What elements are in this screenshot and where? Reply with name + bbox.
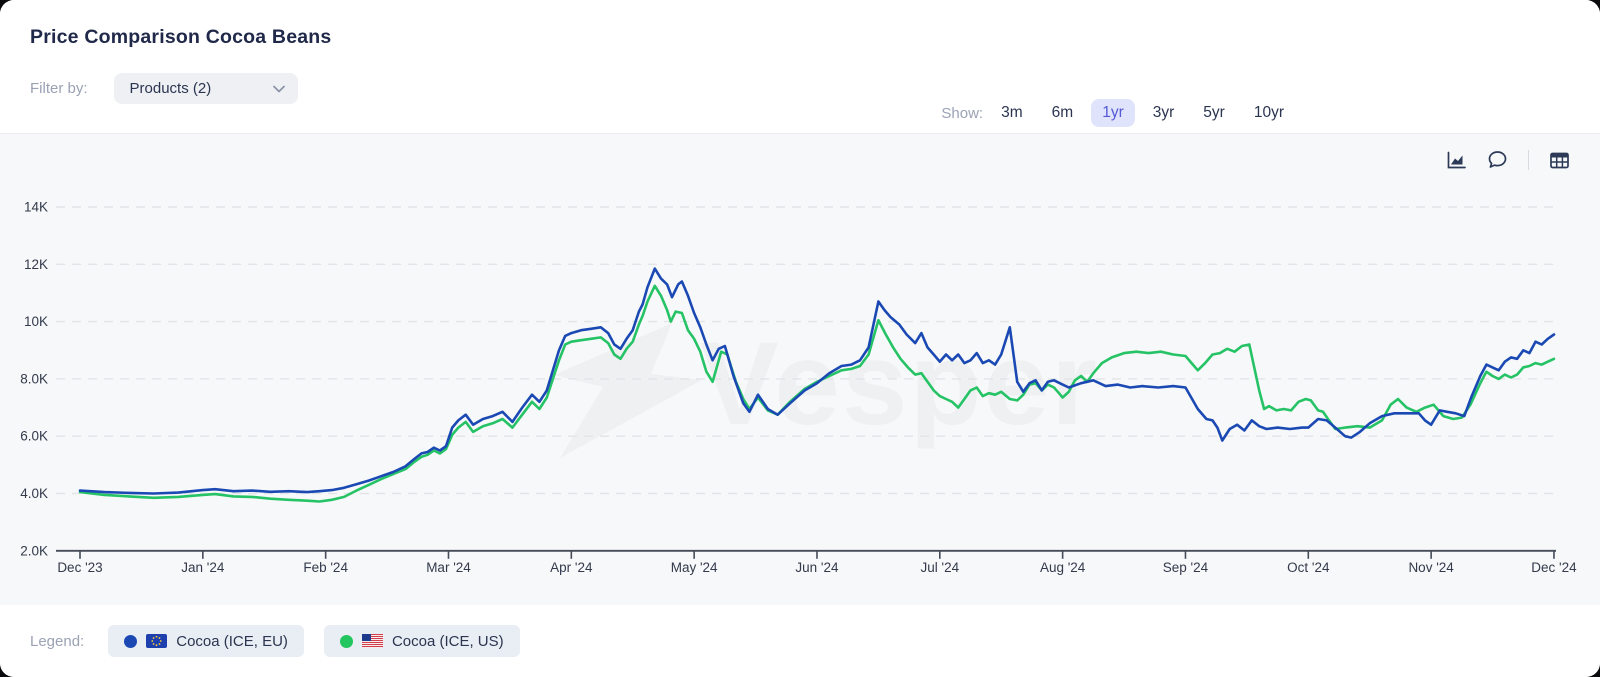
y-axis-tick-label: 14K bbox=[24, 200, 48, 215]
vesper-watermark: Vesper bbox=[554, 318, 1099, 458]
timerange-options: 3m6m1yr3yr5yr10yr bbox=[990, 99, 1295, 127]
series-dot bbox=[340, 635, 353, 648]
y-axis-tick-label: 12K bbox=[24, 257, 48, 272]
timerange-chip-5yr[interactable]: 5yr bbox=[1192, 99, 1236, 127]
legend-pills: Cocoa (ICE, EU) Cocoa (ICE, US) bbox=[108, 625, 519, 657]
x-axis-tick-label: Dec '24 bbox=[1531, 560, 1577, 575]
timerange-selector: Show: 3m6m1yr3yr5yr10yr bbox=[941, 99, 1295, 127]
show-label: Show: bbox=[941, 105, 983, 122]
x-axis-tick-label: Oct '24 bbox=[1287, 560, 1330, 575]
timerange-chip-1yr[interactable]: 1yr bbox=[1091, 99, 1135, 127]
legend-pill-label: Cocoa (ICE, EU) bbox=[176, 633, 288, 650]
x-axis-tick-label: Jun '24 bbox=[795, 560, 839, 575]
chevron-down-icon bbox=[273, 85, 285, 93]
x-axis-tick-label: Feb '24 bbox=[303, 560, 348, 575]
x-axis-tick-label: Jan '24 bbox=[181, 560, 225, 575]
timerange-chip-3m[interactable]: 3m bbox=[990, 99, 1034, 127]
us-flag-icon bbox=[362, 634, 383, 648]
area-chart-icon[interactable] bbox=[1446, 151, 1467, 170]
x-axis-tick-label: Dec '23 bbox=[57, 560, 102, 575]
price-chart[interactable]: Vesper 2.0K 4.0K 6.0K 8.0K 10K 12K 14K Dec '23 Ja… bbox=[0, 134, 1600, 606]
series-dot bbox=[124, 635, 137, 648]
filter-by-label: Filter by: bbox=[30, 80, 88, 97]
legend-pill-us[interactable]: Cocoa (ICE, US) bbox=[324, 625, 520, 657]
filter-row: Filter by: Products (2) bbox=[30, 73, 298, 104]
y-axis-tick-label: 6.0K bbox=[20, 429, 48, 444]
chart-section: Vesper 2.0K 4.0K 6.0K 8.0K 10K 12K 14K Dec '23 Ja… bbox=[0, 133, 1600, 605]
legend-row: Legend: Cocoa (ICE, EU) Cocoa (ICE, US) bbox=[0, 605, 1600, 677]
legend-label: Legend: bbox=[30, 633, 84, 650]
x-axis-tick-label: Jul '24 bbox=[921, 560, 960, 575]
x-axis-tick-label: Nov '24 bbox=[1408, 560, 1454, 575]
y-axis-tick-label: 2.0K bbox=[20, 543, 48, 558]
toolbar-divider bbox=[1528, 150, 1529, 170]
x-axis-tick-label: Aug '24 bbox=[1040, 560, 1086, 575]
products-dropdown-value: Products (2) bbox=[130, 80, 212, 97]
price-comparison-card: Price Comparison Cocoa Beans Filter by: … bbox=[0, 0, 1600, 677]
y-axis-tick-label: 10K bbox=[24, 314, 48, 329]
page-title: Price Comparison Cocoa Beans bbox=[30, 26, 331, 49]
y-axis-tick-label: 4.0K bbox=[20, 486, 48, 501]
x-axis-tick-label: Apr '24 bbox=[550, 560, 593, 575]
y-axis-tick-label: 8.0K bbox=[20, 371, 48, 386]
legend-pill-label: Cocoa (ICE, US) bbox=[392, 633, 504, 650]
x-axis-tick-label: Sep '24 bbox=[1163, 560, 1209, 575]
table-icon[interactable] bbox=[1549, 151, 1570, 170]
timerange-chip-10yr[interactable]: 10yr bbox=[1243, 99, 1295, 127]
x-axis-tick-label: May '24 bbox=[671, 560, 718, 575]
timerange-chip-3yr[interactable]: 3yr bbox=[1142, 99, 1186, 127]
products-dropdown[interactable]: Products (2) bbox=[114, 73, 298, 104]
timerange-chip-6m[interactable]: 6m bbox=[1041, 99, 1085, 127]
comments-icon[interactable] bbox=[1487, 150, 1508, 170]
card-header: Price Comparison Cocoa Beans Filter by: … bbox=[0, 0, 1600, 133]
legend-pill-eu[interactable]: Cocoa (ICE, EU) bbox=[108, 625, 304, 657]
x-axis-tick-label: Mar '24 bbox=[426, 560, 471, 575]
chart-toolbar bbox=[1446, 150, 1570, 170]
eu-flag-icon bbox=[146, 634, 167, 648]
